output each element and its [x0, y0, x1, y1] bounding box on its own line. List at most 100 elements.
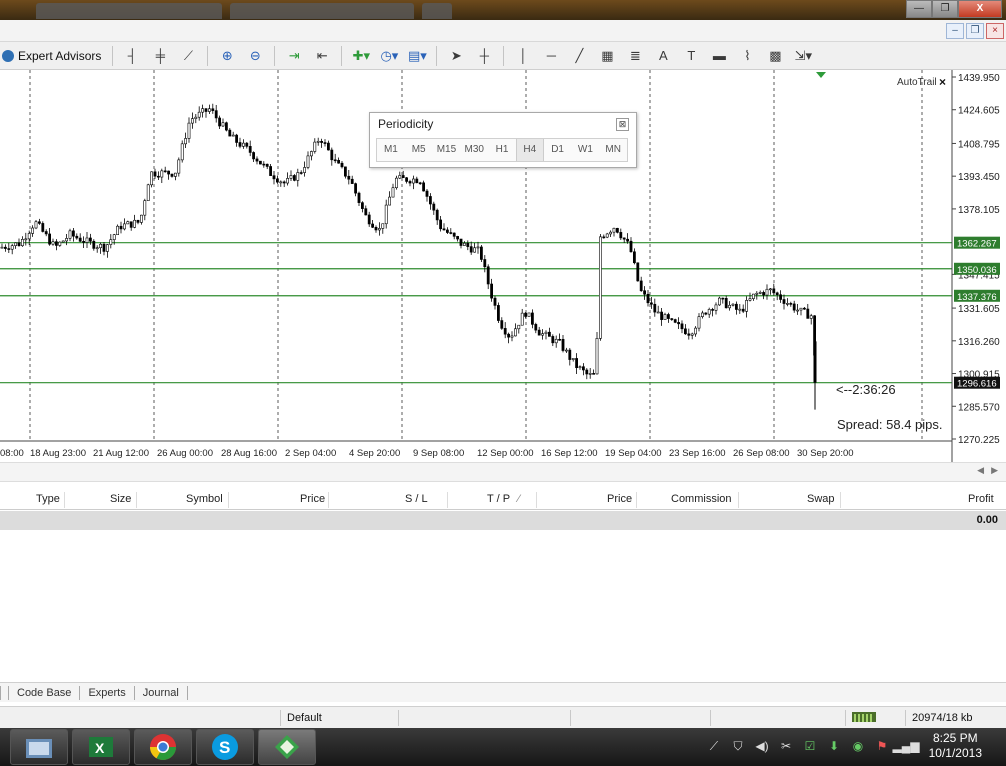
- column-header[interactable]: Profit: [968, 493, 994, 505]
- text-icon[interactable]: A: [652, 45, 674, 67]
- crosshair-icon[interactable]: ┼: [473, 45, 495, 67]
- bar-chart-icon[interactable]: ┤: [121, 45, 143, 67]
- period-option-m15[interactable]: M15: [433, 139, 461, 161]
- globe-icon[interactable]: ◉: [848, 736, 868, 756]
- candle: [660, 307, 664, 326]
- column-separator: [536, 492, 537, 508]
- templates-icon[interactable]: ▤▾: [406, 45, 428, 67]
- taskbar-app-skype[interactable]: S: [196, 729, 254, 765]
- fibonacci-icon[interactable]: ≣: [624, 45, 646, 67]
- tab-experts[interactable]: Experts: [79, 685, 133, 700]
- signal-strength-icon[interactable]: ▂▄▆: [893, 736, 920, 756]
- column-header[interactable]: Type: [36, 493, 60, 505]
- tab-code-base[interactable]: Code Base: [8, 685, 79, 700]
- period-option-w1[interactable]: W1: [571, 139, 599, 161]
- candle: [133, 214, 137, 229]
- candle: [146, 183, 150, 201]
- candle: [796, 304, 800, 315]
- horizontal-line-icon[interactable]: ─: [540, 45, 562, 67]
- candle: [728, 301, 732, 311]
- period-option-mn[interactable]: MN: [599, 139, 627, 161]
- trendline-icon[interactable]: ╱: [568, 45, 590, 67]
- expert-advisors-button[interactable]: Expert Advisors: [0, 44, 107, 68]
- scroll-left-icon[interactable]: ◀: [977, 465, 984, 476]
- candle: [643, 286, 647, 300]
- candle: [61, 240, 65, 243]
- auto-scroll-icon[interactable]: ⇥: [283, 45, 305, 67]
- browser-tab[interactable]: [230, 3, 414, 19]
- period-option-m30[interactable]: M30: [460, 139, 488, 161]
- column-header[interactable]: Price: [300, 493, 325, 505]
- column-header[interactable]: Size: [110, 493, 131, 505]
- candle: [772, 283, 776, 296]
- column-header[interactable]: T / P: [487, 493, 510, 505]
- candle: [177, 157, 181, 177]
- system-clock[interactable]: 8:25 PM 10/1/2013: [929, 731, 982, 761]
- period-option-d1[interactable]: D1: [544, 139, 572, 161]
- taskbar-app-chrome[interactable]: [134, 729, 192, 765]
- scroll-right-icon[interactable]: ▶: [991, 465, 998, 476]
- elliott-wave-icon[interactable]: ⌇: [736, 45, 758, 67]
- download-icon[interactable]: ⬇: [824, 736, 844, 756]
- chart-shift-icon[interactable]: ⇤: [311, 45, 333, 67]
- minimize-button[interactable]: —: [906, 0, 932, 18]
- candle: [411, 175, 415, 190]
- gann-icon[interactable]: ▩: [764, 45, 786, 67]
- price-tick-label: 1408.795: [958, 139, 1000, 150]
- arrows-icon[interactable]: ⇲▾: [792, 45, 814, 67]
- autotrail-close-icon[interactable]: ×: [939, 75, 946, 89]
- zoom-out-icon[interactable]: ⊖: [244, 45, 266, 67]
- periodicity-close-icon[interactable]: ⊠: [616, 118, 629, 131]
- candle: [809, 313, 813, 325]
- candlestick-icon[interactable]: ╪: [149, 45, 171, 67]
- price-chart[interactable]: 1439.950 1424.605 1408.795 1393.450 1378.105…: [0, 70, 1006, 462]
- text-label-icon[interactable]: T: [680, 45, 702, 67]
- candle: [78, 233, 82, 243]
- period-option-h4[interactable]: H4: [515, 139, 544, 161]
- candle: [245, 141, 249, 149]
- column-header[interactable]: Price: [607, 493, 632, 505]
- time-tick-label: 18 Aug 23:00: [30, 448, 86, 459]
- restore-button[interactable]: ❐: [932, 0, 958, 18]
- zoom-in-icon[interactable]: ⊕: [216, 45, 238, 67]
- indicators-icon[interactable]: ✚▾: [350, 45, 372, 67]
- network-tools-icon[interactable]: ✂: [776, 736, 796, 756]
- cursor-icon[interactable]: ➤: [445, 45, 467, 67]
- candle: [639, 276, 643, 292]
- line-chart-icon[interactable]: ⟋: [177, 45, 199, 67]
- new-tab-button[interactable]: [422, 3, 452, 19]
- column-header[interactable]: Swap: [807, 493, 835, 505]
- close-button[interactable]: X: [958, 0, 1002, 18]
- column-header[interactable]: Commission: [671, 493, 732, 505]
- column-header[interactable]: Symbol: [186, 493, 223, 505]
- taskbar-app-excel[interactable]: X: [72, 729, 130, 765]
- chart-horizontal-scrollbar[interactable]: ◀ ▶: [0, 462, 1006, 482]
- time-tick-label: 26 Aug 00:00: [157, 448, 213, 459]
- vertical-line-icon[interactable]: │: [512, 45, 534, 67]
- period-option-m1[interactable]: M1: [377, 139, 405, 161]
- periods-icon[interactable]: ◷▾: [378, 45, 400, 67]
- candle: [694, 326, 698, 337]
- period-option-m5[interactable]: M5: [405, 139, 433, 161]
- candle: [578, 365, 582, 370]
- candle: [680, 320, 684, 334]
- tab-journal[interactable]: Journal: [133, 685, 187, 700]
- chart-restore-button[interactable]: ❐: [966, 23, 984, 39]
- chart-minimize-button[interactable]: –: [946, 23, 964, 39]
- chart-close-button[interactable]: ×: [986, 23, 1004, 39]
- connection-bars-icon[interactable]: [845, 710, 905, 726]
- rectangle-icon[interactable]: ▬: [708, 45, 730, 67]
- flag-icon[interactable]: ⚑: [872, 736, 892, 756]
- feather-icon[interactable]: ⟋: [704, 736, 724, 756]
- equidistant-channel-icon[interactable]: ▦: [596, 45, 618, 67]
- taskbar-app-metatrader[interactable]: [258, 729, 316, 765]
- candle: [738, 304, 742, 314]
- browser-tab[interactable]: [36, 3, 222, 19]
- candle: [258, 160, 262, 165]
- security-icon[interactable]: ⛉: [728, 736, 748, 756]
- period-option-h1[interactable]: H1: [488, 139, 516, 161]
- taskbar-app-explorer[interactable]: [10, 729, 68, 765]
- column-header[interactable]: S / L: [405, 493, 428, 505]
- volume-icon[interactable]: ◀): [752, 736, 772, 756]
- green-check-icon[interactable]: ☑: [800, 736, 820, 756]
